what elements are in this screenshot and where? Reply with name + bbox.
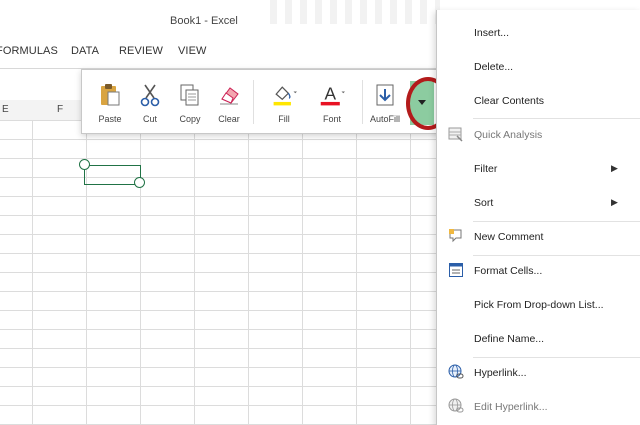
menu-item-sort[interactable]: Sort ▶ xyxy=(437,185,640,219)
selected-cell[interactable] xyxy=(84,165,141,185)
touch-mini-toolbar: Paste Cut Copy Clear Fill A Font AutoFil… xyxy=(81,69,443,134)
menu-item-new-comment[interactable]: New Comment xyxy=(437,219,640,253)
font-color-icon: A xyxy=(320,83,345,106)
column-header-f[interactable]: F xyxy=(57,104,63,115)
menu-item-delete[interactable]: Delete... xyxy=(437,49,640,83)
quick-analysis-icon xyxy=(448,127,463,142)
font-color-button[interactable]: A Font xyxy=(310,70,354,133)
selection-handle-top-left[interactable] xyxy=(79,159,90,170)
menu-item-clear-contents[interactable]: Clear Contents xyxy=(437,83,640,117)
copy-icon xyxy=(180,84,199,106)
format-cells-icon xyxy=(449,263,463,277)
menu-item-format-cells[interactable]: Format Cells... xyxy=(437,253,640,287)
context-menu: Insert... Delete... Clear Contents Quick… xyxy=(436,10,640,425)
eraser-icon xyxy=(220,87,239,105)
tab-view[interactable]: VIEW xyxy=(178,45,207,57)
fill-button[interactable]: Fill xyxy=(262,70,306,133)
selection-handle-bottom-right[interactable] xyxy=(134,177,145,188)
tab-review[interactable]: REVIEW xyxy=(119,45,163,57)
autofill-button[interactable]: AutoFill xyxy=(365,70,405,133)
menu-item-insert[interactable]: Insert... xyxy=(437,15,640,49)
tab-formulas[interactable]: FORMULAS xyxy=(0,45,58,57)
menu-item-quick-analysis[interactable]: Quick Analysis xyxy=(437,117,640,151)
clear-button[interactable]: Clear xyxy=(210,70,248,133)
toolbar-separator xyxy=(362,80,363,124)
column-header-e[interactable]: E xyxy=(2,104,9,115)
paste-icon xyxy=(101,84,120,106)
globe-edit-icon xyxy=(448,398,464,413)
chevron-right-icon: ▶ xyxy=(611,197,618,207)
menu-item-filter[interactable]: Filter ▶ xyxy=(437,151,640,185)
menu-item-define-name[interactable]: Define Name... xyxy=(437,321,640,355)
comment-icon xyxy=(449,229,462,243)
cut-button[interactable]: Cut xyxy=(132,70,168,133)
autofill-icon xyxy=(376,84,394,106)
menu-item-pick-from-dropdown-list[interactable]: Pick From Drop-down List... xyxy=(437,287,640,321)
chevron-right-icon: ▶ xyxy=(611,163,618,173)
scissors-icon xyxy=(140,84,160,107)
paste-button[interactable]: Paste xyxy=(90,70,130,133)
globe-link-icon xyxy=(448,364,464,379)
paint-bucket-icon xyxy=(273,86,297,106)
tab-data[interactable]: DATA xyxy=(71,45,99,57)
window-title: Book1 - Excel xyxy=(170,15,238,27)
svg-text:A: A xyxy=(324,83,336,103)
copy-button[interactable]: Copy xyxy=(171,70,209,133)
toolbar-separator xyxy=(253,80,254,124)
title-decoration xyxy=(270,0,440,24)
menu-item-hyperlink[interactable]: Hyperlink... xyxy=(437,355,640,389)
menu-item-edit-hyperlink[interactable]: Edit Hyperlink... xyxy=(437,389,640,423)
